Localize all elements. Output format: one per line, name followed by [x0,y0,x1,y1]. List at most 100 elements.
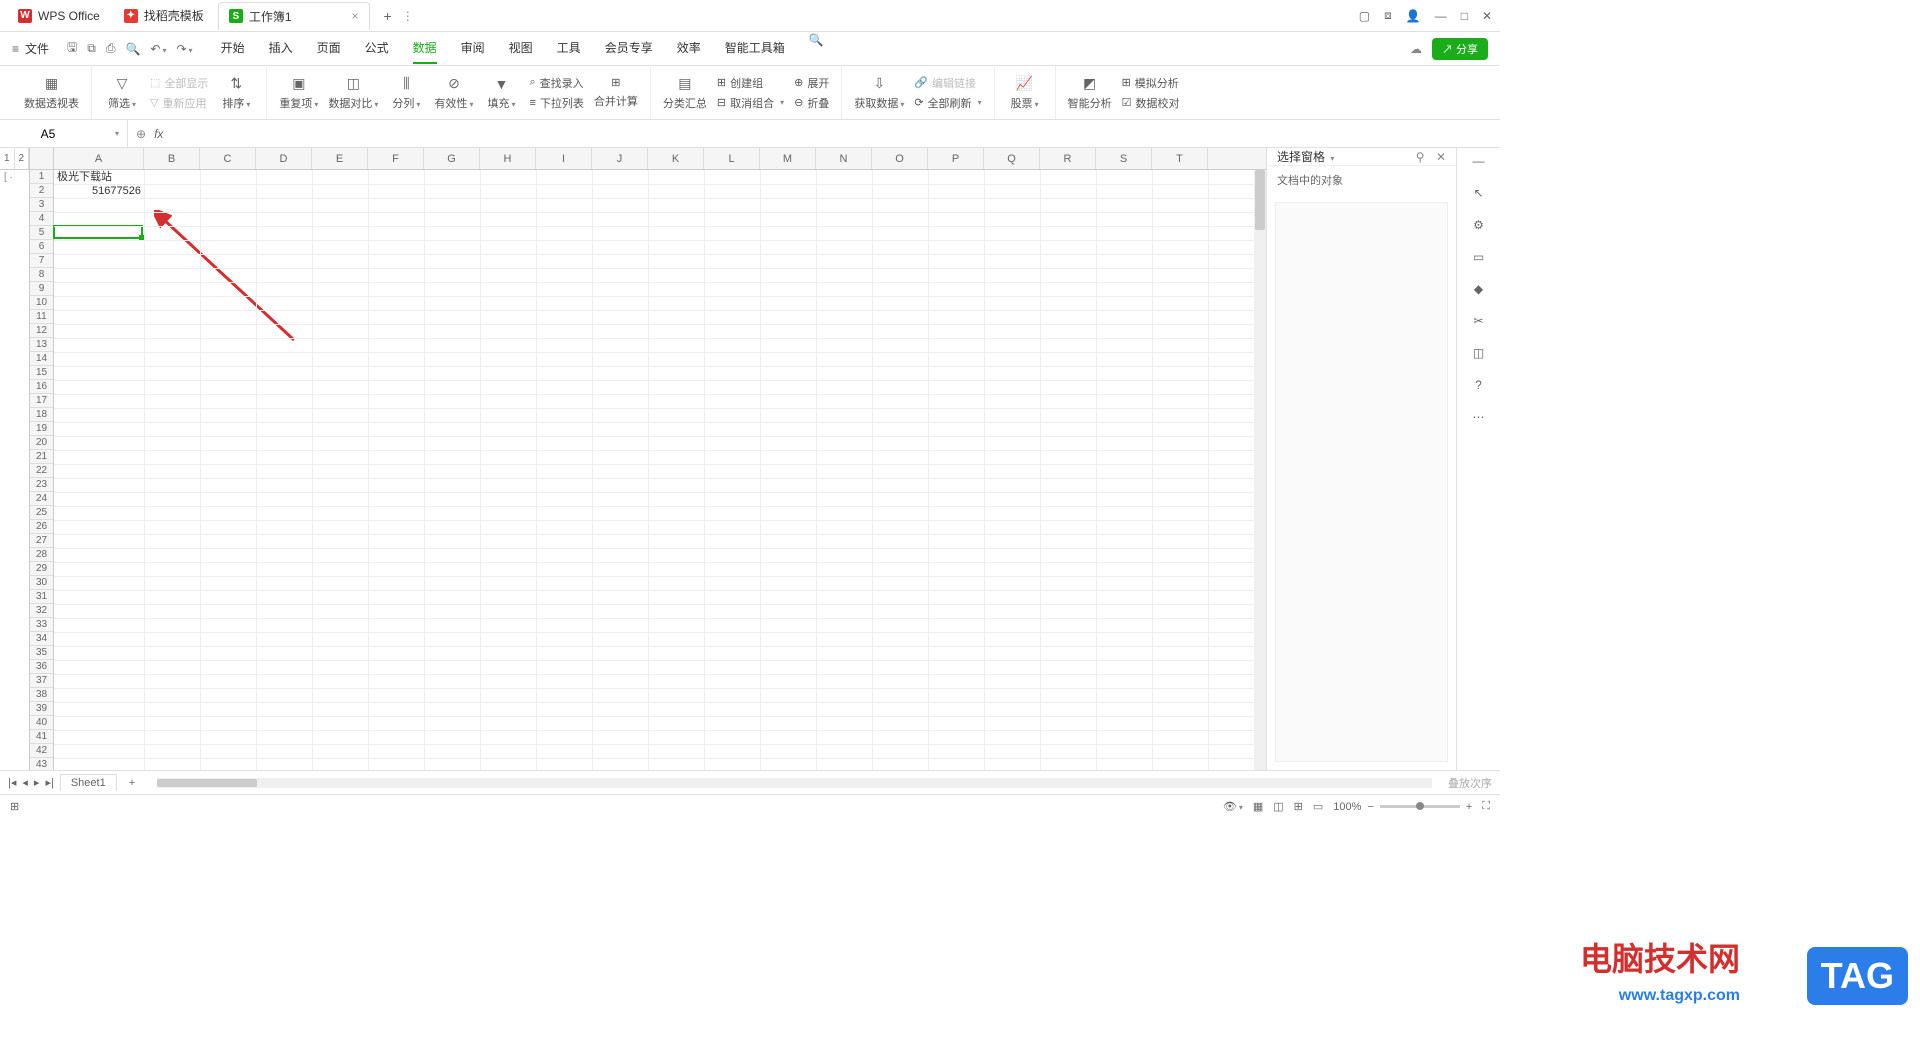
zoom-fx-icon[interactable]: ⊕ [136,127,146,141]
row-header-28[interactable]: 28 [30,548,53,562]
stock-button[interactable]: 📈股票▾ [1007,75,1043,111]
fx-label[interactable]: fx [154,127,163,141]
tab-tools[interactable]: 工具 [557,33,581,64]
row-header-30[interactable]: 30 [30,576,53,590]
tab-view[interactable]: 视图 [509,33,533,64]
col-header-q[interactable]: Q [984,148,1040,169]
sheet-last-icon[interactable]: ▸| [45,776,53,789]
row-header-35[interactable]: 35 [30,646,53,660]
col-header-i[interactable]: I [536,148,592,169]
maximize-icon[interactable]: □ [1461,9,1468,23]
vertical-scrollbar[interactable] [1254,170,1266,770]
tab-start[interactable]: 开始 [221,33,245,64]
grid[interactable]: ABCDEFGHIJKLMNOPQRST 1234567891011121314… [30,148,1266,770]
tab-wps[interactable]: W WPS Office [8,2,110,30]
row-header-8[interactable]: 8 [30,268,53,282]
row-header-41[interactable]: 41 [30,730,53,744]
cells[interactable]: 极光下载站 51677526 [54,170,1254,770]
tab-review[interactable]: 审阅 [461,33,485,64]
row-header-21[interactable]: 21 [30,450,53,464]
col-header-g[interactable]: G [424,148,480,169]
col-header-e[interactable]: E [312,148,368,169]
filter-button[interactable]: ▽ 筛选▾ [104,75,140,111]
tab-templates[interactable]: ✦ 找稻壳模板 [114,2,214,30]
minimize-icon[interactable]: — [1435,9,1447,23]
row-header-40[interactable]: 40 [30,716,53,730]
col-header-l[interactable]: L [704,148,760,169]
hscroll-thumb[interactable] [157,779,257,787]
formula-input[interactable] [171,126,1492,141]
row-header-11[interactable]: 11 [30,310,53,324]
row-header-17[interactable]: 17 [30,394,53,408]
row-header-16[interactable]: 16 [30,380,53,394]
app-box-icon[interactable]: ▢ [1359,9,1370,23]
col-header-j[interactable]: J [592,148,648,169]
fullscreen-icon[interactable]: ⛶ [1482,800,1490,813]
avatar-icon[interactable]: 👤 [1406,9,1421,23]
share-button[interactable]: ↗ 分享 [1432,38,1488,60]
row-header-12[interactable]: 12 [30,324,53,338]
collapse-button[interactable]: ⊖折叠 [794,95,829,111]
tab-menu-icon[interactable]: ⋮ [402,9,414,23]
row-header-5[interactable]: 5 [30,226,53,240]
vscroll-thumb[interactable] [1255,170,1265,230]
view-page-icon[interactable]: ◫ [1273,800,1283,813]
dedup-button[interactable]: ▣重复项▾ [279,75,318,111]
row-header-6[interactable]: 6 [30,240,53,254]
undo-icon[interactable]: ↶▾ [150,42,166,56]
col-header-t[interactable]: T [1152,148,1208,169]
zoom-slider[interactable] [1380,805,1460,808]
sheet-next-icon[interactable]: ▸ [34,776,40,789]
bookmark-tool-icon[interactable]: ◫ [1473,346,1484,360]
merge-calc-button[interactable]: ⊞合并计算 [594,76,638,109]
row-header-43[interactable]: 43 [30,758,53,770]
row-header-10[interactable]: 10 [30,296,53,310]
col-header-o[interactable]: O [872,148,928,169]
tab-close[interactable]: × [352,9,359,23]
name-box[interactable]: ▾ [0,120,128,147]
row-header-36[interactable]: 36 [30,660,53,674]
cursor-tool-icon[interactable]: ↖ [1473,186,1483,200]
stack-order-label[interactable]: 叠放次序 [1448,775,1492,791]
row-header-20[interactable]: 20 [30,436,53,450]
row-header-22[interactable]: 22 [30,464,53,478]
compare-button[interactable]: ◫数据对比▾ [328,75,378,111]
data-check-button[interactable]: ☑数据校对 [1122,95,1180,111]
col-header-r[interactable]: R [1040,148,1096,169]
eye-icon[interactable]: 👁▾ [1223,800,1243,813]
link-icon[interactable]: ⧉ [87,41,96,56]
tab-workbook[interactable]: S 工作簿1 × [218,2,370,30]
settings-tool-icon[interactable]: ⚙ [1473,218,1484,232]
row-header-2[interactable]: 2 [30,184,53,198]
row-header-24[interactable]: 24 [30,492,53,506]
close-icon[interactable]: ✕ [1482,9,1492,23]
sheet-tab-1[interactable]: Sheet1 [60,774,117,791]
collapse-sidebar-icon[interactable]: — [1473,154,1485,168]
dropdown-button[interactable]: ≡下拉列表 [529,95,583,111]
cube-icon[interactable]: ⧈ [1384,8,1392,23]
row-header-25[interactable]: 25 [30,506,53,520]
ungroup-button[interactable]: ⊟取消组合▾ [717,95,784,111]
redo-icon[interactable]: ↷▾ [176,42,192,56]
group-button[interactable]: ⊞创建组 [717,75,784,91]
print-icon[interactable]: ⎙ [106,41,116,56]
close-pane-icon[interactable]: ✕ [1436,150,1446,164]
row-header-34[interactable]: 34 [30,632,53,646]
pin-icon[interactable]: ⚲ [1416,150,1425,164]
tab-smart[interactable]: 智能工具箱 [725,33,785,64]
col-header-p[interactable]: P [928,148,984,169]
save-icon[interactable]: 🖫 [67,38,77,59]
sheet-prev-icon[interactable]: ◂ [22,776,28,789]
row-header-27[interactable]: 27 [30,534,53,548]
find-entry-button[interactable]: ⌕查找录入 [529,75,583,91]
tab-page[interactable]: 页面 [317,33,341,64]
layout-tool-icon[interactable]: ▭ [1473,250,1484,264]
tools-icon[interactable]: ✂ [1473,314,1483,328]
row-header-32[interactable]: 32 [30,604,53,618]
sort-button[interactable]: ⇅ 排序▾ [218,75,254,111]
select-all-corner[interactable] [30,148,54,170]
col-header-s[interactable]: S [1096,148,1152,169]
split-button[interactable]: ⫼分列▾ [388,75,424,111]
subtotal-button[interactable]: ▤分类汇总 [663,75,707,111]
row-header-18[interactable]: 18 [30,408,53,422]
